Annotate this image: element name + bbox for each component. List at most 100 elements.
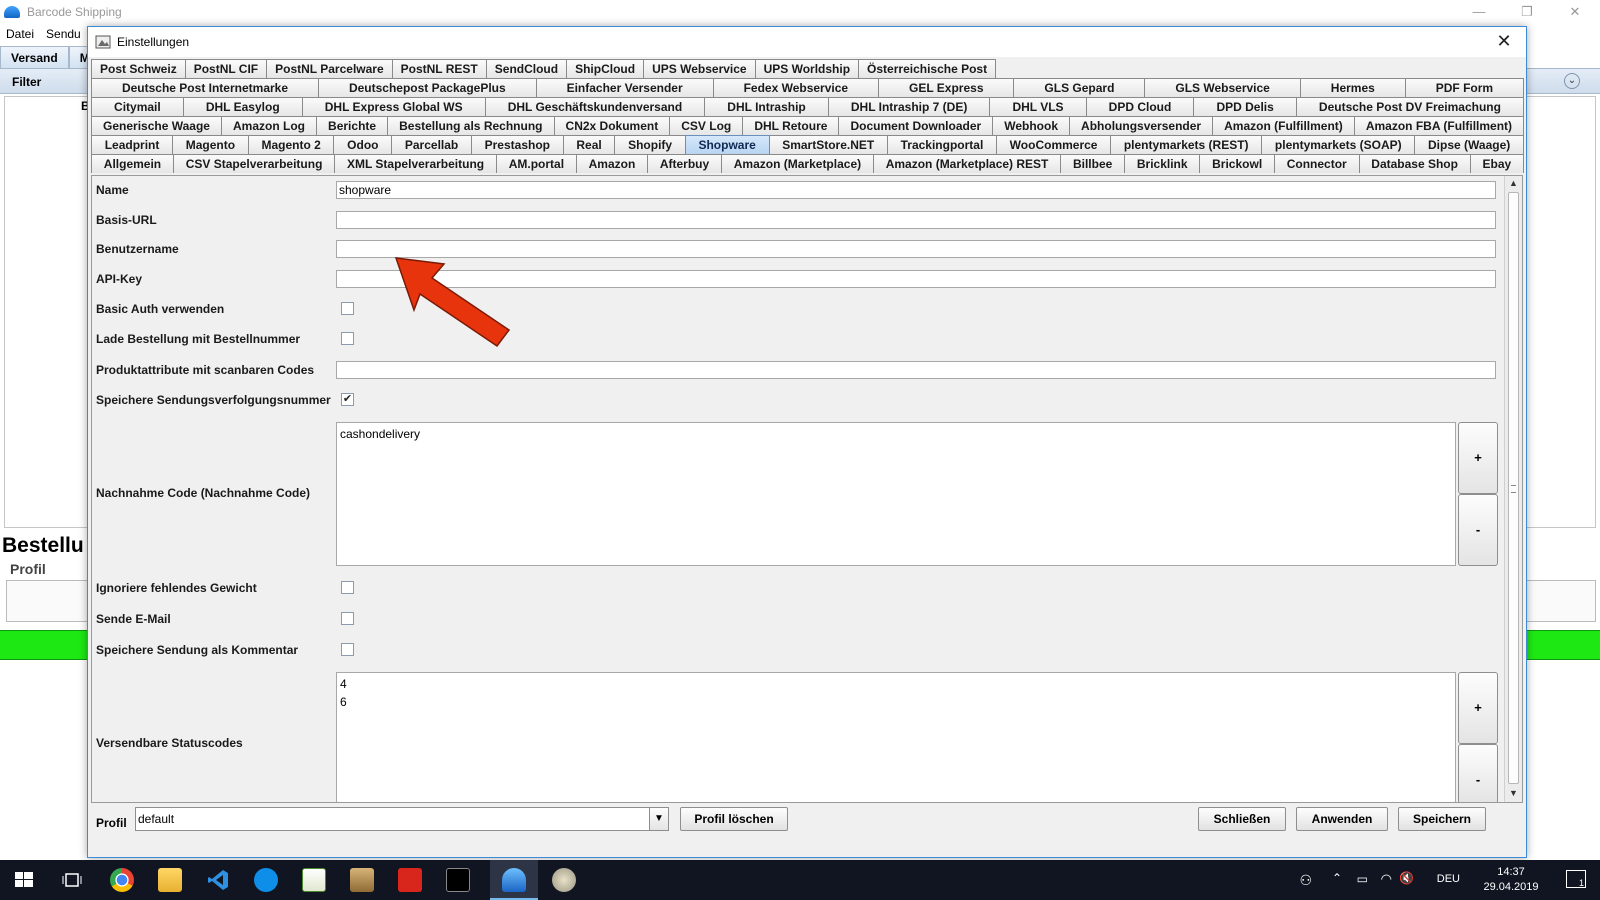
scroll-down-icon[interactable]: ▼ (1505, 786, 1522, 800)
tab-dhl-easylog[interactable]: DHL Easylog (182, 97, 303, 116)
clock[interactable]: 14:37 29.04.2019 (1480, 865, 1542, 895)
file-explorer-icon[interactable] (158, 868, 182, 892)
tab-dhl-intraship-7-de[interactable]: DHL Intraship 7 (DE) (827, 97, 991, 116)
tab-postnl-rest[interactable]: PostNL REST (391, 59, 487, 78)
chevron-down-icon[interactable]: ▼ (649, 807, 669, 831)
language-indicator[interactable]: DEU (1437, 873, 1460, 885)
windows-start-icon[interactable] (12, 868, 36, 892)
tab-citymail[interactable]: Citymail (91, 97, 184, 116)
restore-button[interactable]: ❐ (1504, 2, 1550, 22)
tab-abholungsversender[interactable]: Abholungsversender (1069, 116, 1214, 135)
tab-brickowl[interactable]: Brickowl (1199, 154, 1275, 173)
tab-amazon-fba-fulfillment[interactable]: Amazon FBA (Fulfillment) (1353, 116, 1525, 135)
tab-connector[interactable]: Connector (1273, 154, 1360, 173)
app-close-button[interactable]: ✕ (1552, 2, 1598, 22)
nachnahme-remove-button[interactable]: - (1458, 494, 1498, 566)
tab-ups-worldship[interactable]: UPS Worldship (754, 59, 860, 78)
tab-ups-webservice[interactable]: UPS Webservice (643, 59, 756, 78)
tab-dhl-vls[interactable]: DHL VLS (989, 97, 1087, 116)
barcode-shipping-icon[interactable] (502, 868, 526, 892)
tab-gls-gepard[interactable]: GLS Gepard (1013, 78, 1146, 97)
tab-shopify[interactable]: Shopify (614, 135, 686, 154)
speichere-tracking-checkbox[interactable]: ✔ (341, 393, 354, 406)
profil-select[interactable]: default (135, 807, 669, 831)
anwenden-button[interactable]: Anwenden (1296, 807, 1388, 831)
tab-afterbuy[interactable]: Afterbuy (647, 154, 722, 173)
tab-gls-webservice[interactable]: GLS Webservice (1144, 78, 1301, 97)
people-icon[interactable]: ⚇ (1299, 872, 1312, 889)
tab-deutsche-post-internetmarke[interactable]: Deutsche Post Internetmarke (91, 78, 319, 97)
tab-ebay[interactable]: Ebay (1469, 154, 1525, 173)
tab-generische-waage[interactable]: Generische Waage (91, 116, 222, 135)
tab-parcellab[interactable]: Parcellab (391, 135, 472, 154)
tab-amazon-marketplace-rest[interactable]: Amazon (Marketplace) REST (872, 154, 1062, 173)
tab-leadprint[interactable]: Leadprint (91, 135, 174, 154)
nachnahme-add-button[interactable]: + (1458, 422, 1498, 494)
tab-billbee[interactable]: Billbee (1060, 154, 1126, 173)
notification-icon[interactable]: 1 (1566, 870, 1586, 888)
task-view-icon[interactable] (60, 868, 84, 892)
tab-dhl-intraship[interactable]: DHL Intraship (704, 97, 829, 116)
teamviewer-icon[interactable] (254, 868, 278, 892)
menu-sendungen[interactable]: Sendu (46, 27, 81, 41)
list-item[interactable]: 6 (340, 693, 1452, 711)
tab-shipcloud[interactable]: ShipCloud (566, 59, 645, 78)
scroll-up-icon[interactable]: ▲ (1505, 176, 1522, 190)
tab-bricklink[interactable]: Bricklink (1124, 154, 1201, 173)
tab-dpd-delis[interactable]: DPD Delis (1193, 97, 1297, 116)
tab-osterreichische-post[interactable]: Österreichische Post (858, 59, 997, 78)
tab-amazon-marketplace[interactable]: Amazon (Marketplace) (720, 154, 874, 173)
ignoriere-gewicht-checkbox[interactable] (341, 581, 354, 594)
tab-deutsche-post-dv-freimachung[interactable]: Deutsche Post DV Freimachung (1295, 97, 1525, 116)
tab-dhl-retoure[interactable]: DHL Retoure (742, 116, 840, 135)
tab-trackingportal[interactable]: Trackingportal (886, 135, 997, 154)
tab-einfacher-versender[interactable]: Einfacher Versender (535, 78, 714, 97)
profil-loeschen-button[interactable]: Profil löschen (680, 807, 788, 831)
pdf-reader-icon[interactable] (398, 868, 422, 892)
list-item[interactable]: cashondelivery (340, 425, 1452, 443)
tab-prestashop[interactable]: Prestashop (470, 135, 564, 154)
close-icon[interactable]: ✕ (1494, 31, 1514, 51)
tab-fedex-webservice[interactable]: Fedex Webservice (712, 78, 880, 97)
tab-smartstore-net[interactable]: SmartStore.NET (768, 135, 888, 154)
tab-odoo[interactable]: Odoo (333, 135, 393, 154)
nachnahme-code-list[interactable]: cashondelivery (336, 422, 1456, 566)
vscode-icon[interactable] (206, 868, 230, 892)
notepad-plus-icon[interactable] (302, 868, 326, 892)
tab-dhl-express-global-ws[interactable]: DHL Express Global WS (301, 97, 486, 116)
tab-allgemein[interactable]: Allgemein (91, 154, 174, 173)
lade-bestellung-checkbox[interactable] (341, 332, 354, 345)
tab-postnl-parcelware[interactable]: PostNL Parcelware (266, 59, 393, 78)
basis-url-input[interactable] (336, 211, 1496, 229)
tab-versand[interactable]: Versand (0, 46, 69, 68)
tab-post-schweiz[interactable]: Post Schweiz (91, 59, 186, 78)
tab-amazon-fulfillment[interactable]: Amazon (Fulfillment) (1212, 116, 1355, 135)
tab-magento-2[interactable]: Magento 2 (247, 135, 335, 154)
chrome-icon[interactable] (110, 868, 134, 892)
tab-deutschepost-packageplus[interactable]: Deutschepost PackagePlus (317, 78, 537, 97)
tab-csv-log[interactable]: CSV Log (669, 116, 744, 135)
wifi-icon[interactable]: ◠ (1381, 871, 1392, 887)
sende-email-checkbox[interactable] (341, 612, 354, 625)
tab-gel-express[interactable]: GEL Express (878, 78, 1015, 97)
basic-auth-checkbox[interactable] (341, 302, 354, 315)
tab-bestellung-als-rechnung[interactable]: Bestellung als Rechnung (387, 116, 555, 135)
tab-plentymarkets-soap[interactable]: plentymarkets (SOAP) (1261, 135, 1416, 154)
tab-am-portal[interactable]: AM.portal (495, 154, 577, 173)
statuscodes-remove-button[interactable]: - (1458, 744, 1498, 802)
paint-icon[interactable] (552, 868, 576, 892)
tab-amazon[interactable]: Amazon (575, 154, 649, 173)
minimize-button[interactable]: — (1456, 2, 1502, 22)
tab-dipse-waage[interactable]: Dipse (Waage) (1414, 135, 1524, 154)
tab-document-downloader[interactable]: Document Downloader (838, 116, 994, 135)
battery-icon[interactable]: ▭ (1357, 872, 1368, 886)
tab-woocommerce[interactable]: WooCommerce (995, 135, 1112, 154)
statuscodes-add-button[interactable]: + (1458, 672, 1498, 744)
tab-cn2x-dokument[interactable]: CN2x Dokument (553, 116, 671, 135)
schliessen-button[interactable]: Schließen (1198, 807, 1286, 831)
chevron-up-icon[interactable]: ⌃ (1332, 871, 1342, 885)
tab-dpd-cloud[interactable]: DPD Cloud (1085, 97, 1195, 116)
tab-database-shop[interactable]: Database Shop (1358, 154, 1471, 173)
vertical-scrollbar[interactable]: ▲ ▼ (1504, 176, 1522, 802)
tab-postnl-cif[interactable]: PostNL CIF (184, 59, 268, 78)
